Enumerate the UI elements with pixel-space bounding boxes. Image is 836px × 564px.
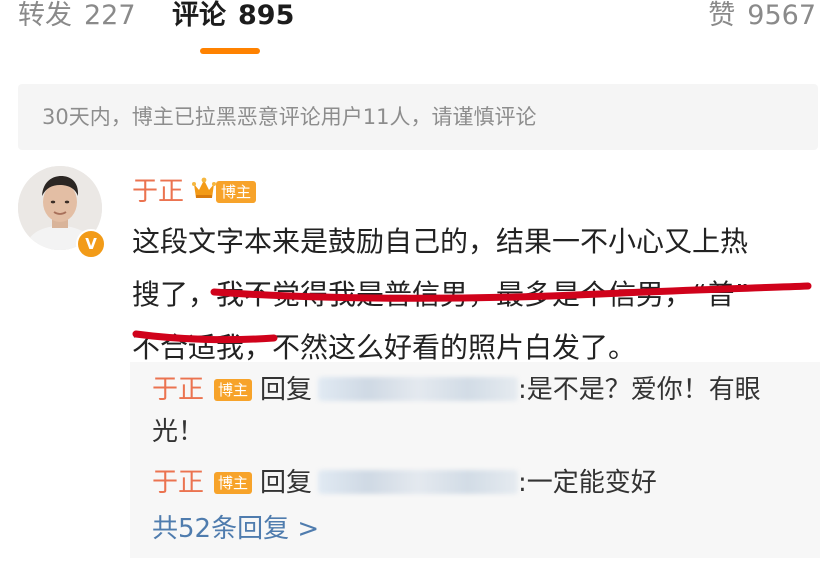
blurred-username: [318, 377, 519, 401]
tab-repost[interactable]: 转发 227: [18, 0, 136, 36]
more-replies-link[interactable]: 共52条回复 >: [152, 508, 319, 550]
active-tab-indicator: [200, 48, 260, 54]
blogger-badge: 博主: [216, 181, 257, 203]
tab-comment[interactable]: 评论 895: [172, 0, 294, 36]
reply-verb: 回复: [260, 375, 313, 405]
moderation-notice: 30天内，博主已拉黑恶意评论用户11人，请谨慎评论: [18, 84, 818, 150]
tab-like[interactable]: 赞 9567: [708, 0, 816, 36]
comment-line-1: 这段文字本来是鼓励自己的，结果一不小心又上热: [132, 225, 749, 258]
tab-comment-count: 895: [238, 0, 295, 31]
tab-repost-count: 227: [84, 0, 136, 31]
tab-repost-label: 转发: [18, 0, 72, 31]
comment-line-2: 搜了，我不觉得我是普信男，最多是个信男，“普”: [132, 278, 750, 311]
comment-text: 这段文字本来是鼓励自己的，结果一不小心又上热 搜了，我不觉得我是普信男，最多是个…: [132, 215, 822, 374]
comment-author-name[interactable]: 于正: [132, 171, 184, 208]
reply-text: :是不是？爱你！有眼: [518, 375, 761, 405]
reply-verb: 回复: [260, 468, 313, 498]
comment-tabs: 转发 227 评论 895 赞 9567: [0, 0, 836, 62]
tab-comment-label: 评论: [172, 0, 226, 31]
reply-item[interactable]: 于正 博主 回复 :一定能变好: [152, 462, 657, 504]
reply-author-name[interactable]: 于正: [152, 375, 204, 405]
reply-thread: 于正 博主 回复:是不是？爱你！有眼 光！ 于正 博主 回复:一定能变好 共52条回复 …: [130, 362, 820, 558]
tab-like-count: 9567: [747, 0, 816, 31]
reply-text-continued: 光！: [152, 417, 205, 447]
notice-text: 30天内，博主已拉黑恶意评论用户11人，请谨慎评论: [42, 105, 537, 129]
tab-like-label: 赞: [708, 0, 736, 31]
verified-v-icon: V: [76, 229, 106, 259]
blogger-badge: 博主: [214, 472, 253, 494]
crown-icon: [192, 177, 216, 198]
blurred-username: [318, 470, 519, 494]
reply-item[interactable]: 于正 博主 回复 :是不是？爱你！有眼 光！: [152, 369, 792, 453]
blogger-badge: 博主: [214, 379, 253, 401]
reply-text: :一定能变好: [518, 468, 657, 498]
reply-author-name[interactable]: 于正: [152, 468, 204, 498]
